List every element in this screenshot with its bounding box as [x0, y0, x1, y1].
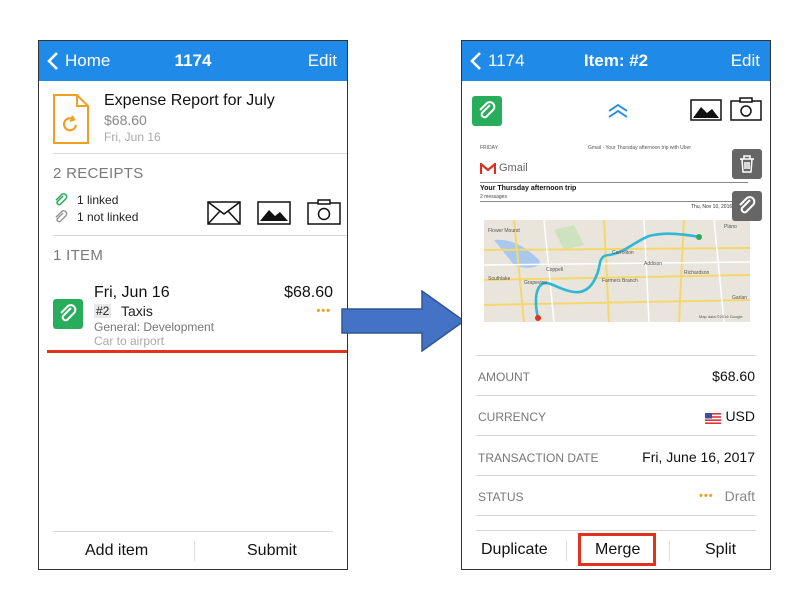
- gmail-logo-icon: [479, 161, 497, 180]
- camera-icon[interactable]: [307, 199, 341, 230]
- submit-button[interactable]: Submit: [247, 542, 297, 560]
- button-separator: [194, 541, 195, 561]
- item-category: Taxis: [121, 303, 153, 319]
- trash-icon: [740, 155, 754, 173]
- divider: [53, 531, 333, 532]
- divider: [480, 182, 748, 183]
- item-subcategory: General: Development: [94, 320, 215, 334]
- report-amount: $68.60: [104, 112, 147, 128]
- divider: [476, 475, 756, 476]
- email-message-count: 2 messages: [480, 194, 507, 200]
- email-subject: Your Thursday afternoon trip: [480, 185, 577, 192]
- receipt-header-line: Gmail - Your Thursday afternoon trip wit…: [588, 145, 692, 151]
- map-label: Coppell: [546, 267, 563, 273]
- status-label: STATUS: [478, 490, 524, 504]
- status-dots-icon: •••: [699, 490, 714, 502]
- divider: [476, 355, 756, 356]
- receipt-attached-icon: [53, 299, 83, 329]
- collapse-up-icon[interactable]: [607, 103, 629, 124]
- photo-gallery-icon[interactable]: [257, 201, 291, 230]
- report-number-title: 1174: [174, 51, 212, 70]
- camera-icon[interactable]: [730, 97, 762, 126]
- report-date: Fri, Jun 16: [104, 130, 161, 144]
- delete-receipt-button[interactable]: [732, 149, 762, 179]
- transaction-date-label: TRANSACTION DATE: [478, 451, 599, 465]
- divider: [480, 201, 748, 202]
- us-flag-icon: [705, 411, 721, 429]
- map-label: Grapevine: [524, 280, 548, 286]
- linked-count[interactable]: 1 linked: [77, 193, 118, 207]
- add-item-button[interactable]: Add item: [85, 542, 148, 560]
- trip-map: Flower Mound Plano Carrollton Addison Fa…: [483, 219, 751, 323]
- split-button[interactable]: Split: [705, 541, 736, 559]
- map-credit: Map data ©2016 Google: [699, 314, 743, 319]
- email-date-line: Thu, Nov 10, 2016 at: [691, 204, 738, 210]
- paperclip-icon: [739, 196, 756, 214]
- button-separator: [566, 541, 567, 561]
- divider: [476, 530, 756, 531]
- item-note: Car to airport: [94, 334, 165, 348]
- highlight-underline: [47, 350, 347, 353]
- unlink-receipt-button[interactable]: [732, 191, 762, 221]
- gmail-label: Gmail: [499, 162, 528, 174]
- receipt-preview[interactable]: FRIDAY Gmail - Your Thursday afternoon t…: [478, 145, 763, 357]
- flow-arrow-icon: [341, 289, 466, 357]
- map-label: Carrollton: [612, 250, 634, 256]
- edit-button[interactable]: Edit: [308, 41, 337, 81]
- divider: [476, 435, 756, 436]
- duplicate-button[interactable]: Duplicate: [481, 541, 548, 559]
- currency-label: CURRENCY: [478, 410, 547, 424]
- email-envelope-icon[interactable]: [207, 201, 241, 230]
- item-title: Item: #2: [583, 51, 649, 70]
- item-amount: $68.60: [284, 284, 333, 301]
- item-date: Fri, Jun 16: [94, 284, 170, 301]
- map-label: Richardson: [684, 270, 710, 276]
- transaction-date-value: Fri, June 16, 2017: [642, 449, 755, 465]
- paperclip-gray-icon: [54, 210, 68, 229]
- divider: [53, 235, 347, 236]
- amount-label: AMOUNT: [478, 370, 530, 384]
- map-label: Farmers Branch: [602, 278, 638, 284]
- right-screen: 1174 Item: #2 Edit FRIDAY Gmail - Your T…: [461, 40, 771, 570]
- status-value: Draft: [724, 488, 755, 504]
- map-label: Plano: [724, 224, 737, 230]
- amount-value: $68.60: [712, 368, 755, 384]
- edit-button[interactable]: Edit: [731, 41, 760, 81]
- map-label: Southlake: [488, 276, 511, 282]
- items-header: 1 ITEM: [53, 247, 104, 264]
- merge-button[interactable]: Merge: [595, 541, 640, 559]
- report-title[interactable]: Expense Report for July: [104, 92, 275, 110]
- receipt-attached-icon[interactable]: [472, 96, 502, 126]
- status-dots-icon: •••: [316, 305, 331, 317]
- photo-gallery-icon[interactable]: [690, 99, 722, 126]
- receipt-day-label: FRIDAY: [480, 145, 498, 151]
- receipts-header: 2 RECEIPTS: [53, 165, 144, 182]
- button-separator: [669, 541, 670, 561]
- left-screen: Home 1174 Edit Expense Report for July $…: [38, 40, 348, 570]
- divider: [476, 395, 756, 396]
- divider: [53, 153, 347, 154]
- report-document-icon: [53, 94, 89, 149]
- right-nav-bar: 1174 Item: #2 Edit: [462, 41, 770, 81]
- map-label: Flower Mound: [488, 228, 520, 234]
- map-label: Garlan: [732, 295, 748, 301]
- item-number-badge: #2: [94, 304, 112, 318]
- not-linked-count[interactable]: 1 not linked: [77, 210, 138, 224]
- currency-value: USD: [725, 408, 755, 424]
- divider: [476, 515, 756, 516]
- left-nav-bar: Home 1174 Edit: [39, 41, 347, 81]
- map-label: Addison: [644, 261, 663, 267]
